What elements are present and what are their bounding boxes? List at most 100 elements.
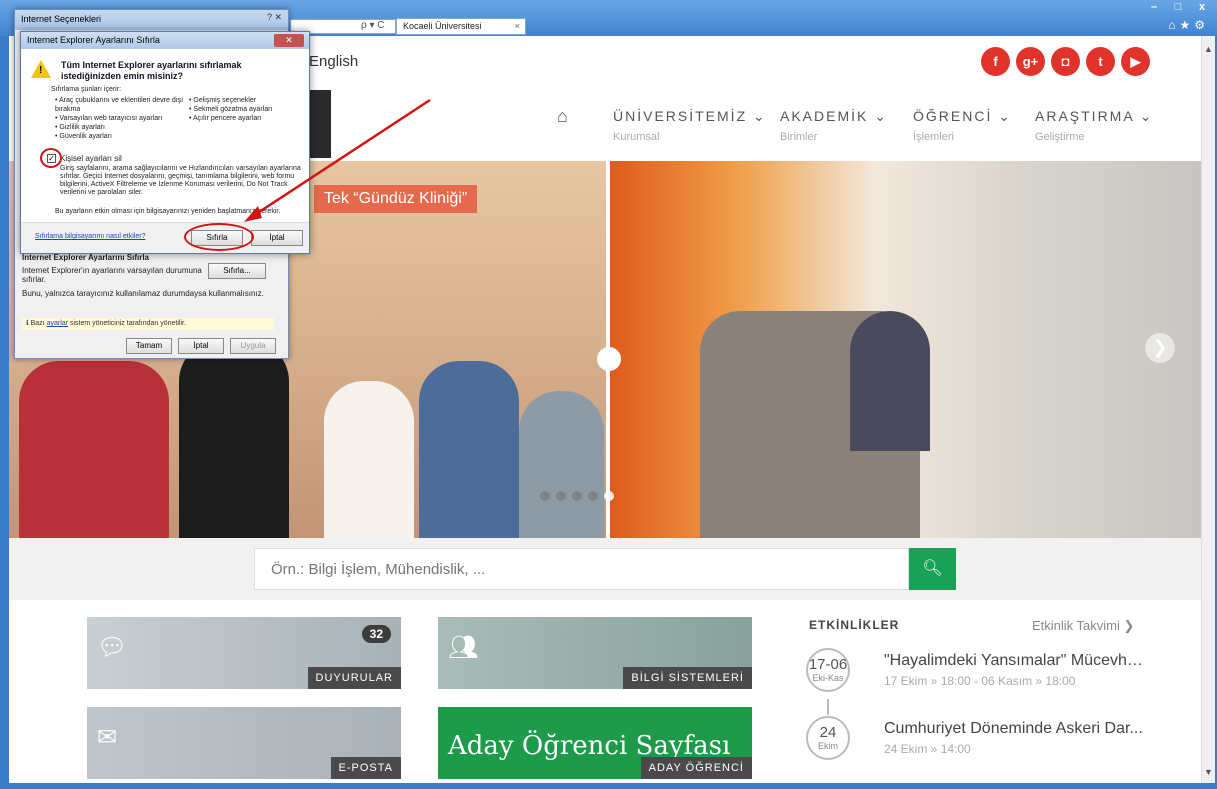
reset-ellipsis-button[interactable]: Sıfırla...: [208, 263, 266, 279]
photo-figure: [179, 341, 289, 538]
list-item: Güvenlik ayarları: [55, 132, 185, 141]
nav-universitemiz[interactable]: ÜNİVERSİTEMİZ ⌄ Kurumsal: [613, 108, 767, 143]
list-item: Açılır pencere ayarları: [189, 114, 304, 123]
nav-akademik[interactable]: AKADEMİK ⌄ Birimler: [780, 108, 888, 143]
search-button[interactable]: 🔍︎: [909, 548, 956, 590]
tile-label: E-POSTA: [330, 757, 401, 779]
star-icon[interactable]: ★: [1179, 18, 1194, 32]
home-icon[interactable]: ⌂: [557, 106, 568, 127]
event-date: 17-06 Eki-Kas: [806, 648, 850, 692]
photo-figure: [19, 361, 169, 538]
nav-arastirma[interactable]: ARAŞTIRMA ⌄ Geliştirme: [1035, 108, 1154, 143]
reset-ie-dialog: Internet Explorer Ayarlarını Sıfırla ✕ !…: [20, 31, 310, 254]
ok-button[interactable]: Tamam: [126, 338, 172, 354]
close-window-button[interactable]: x: [1191, 0, 1213, 16]
instagram-icon[interactable]: ◘: [1051, 47, 1080, 76]
tile-duyurular[interactable]: 💬︎ 32 DUYURULAR: [87, 617, 401, 689]
help-link[interactable]: Sıfırlama bilgisayarımı nasıl etkiler?: [35, 233, 145, 240]
social-links: f g+ ◘ t ▶: [981, 47, 1150, 76]
slider-pause-button[interactable]: [597, 347, 621, 371]
nav-ogrenci[interactable]: ÖĞRENCİ ⌄ İşlemleri: [913, 108, 1012, 143]
scroll-down-icon[interactable]: ▼: [1204, 767, 1213, 777]
tile-aday-ogrenci[interactable]: Aday Öğrenci Sayfası ADAY ÖĞRENCİ: [438, 707, 752, 779]
nav-title: ARAŞTIRMA ⌄: [1035, 108, 1154, 124]
youtube-icon[interactable]: ▶: [1121, 47, 1150, 76]
twitter-icon[interactable]: t: [1086, 47, 1115, 76]
info-text: Bazı: [30, 320, 45, 327]
nav-title: ÜNİVERSİTEMİZ ⌄: [613, 108, 767, 124]
event-day: 17-06: [808, 656, 848, 673]
photo-figure: [419, 361, 519, 538]
slider-dot[interactable]: [556, 491, 566, 501]
list-item: Gelişmiş seçenekler: [189, 96, 304, 105]
envelope-icon: ✉: [97, 724, 118, 751]
apply-button[interactable]: Uygula: [230, 338, 276, 354]
page-scrollbar[interactable]: ▲ ▼: [1201, 36, 1215, 783]
language-link[interactable]: English: [309, 53, 358, 70]
group-text: Internet Explorer'ın ayarlarını varsayıl…: [22, 266, 202, 284]
scroll-up-icon[interactable]: ▲: [1204, 44, 1213, 54]
list-item: Gizlilik ayarları: [55, 123, 185, 132]
home-icon[interactable]: ⌂: [1168, 18, 1179, 32]
tile-label: ADAY ÖĞRENCİ: [640, 757, 752, 779]
list-item: Varsayılan web tarayıcısı ayarları: [55, 114, 185, 123]
slider-dots: [540, 491, 614, 501]
slider-dot[interactable]: [540, 491, 550, 501]
slider-dot[interactable]: [572, 491, 582, 501]
managed-settings-info: ℹ Bazı ayarlar sistem yöneticiniz tarafı…: [22, 318, 274, 330]
tile-bilgi-sistemleri[interactable]: 👥︎ BİLGİ SİSTEMLERİ: [438, 617, 752, 689]
search-icon: 🔍︎: [922, 560, 943, 577]
event-date: 24 Ekim: [806, 716, 850, 760]
settings-link[interactable]: ayarlar: [47, 320, 68, 327]
announcement-count-badge: 32: [361, 625, 391, 643]
nav-subtitle: Geliştirme: [1035, 131, 1085, 143]
tile-label: DUYURULAR: [307, 667, 401, 689]
info-icon: ℹ: [26, 320, 29, 327]
checkbox-label: Kişisel ayarları sil: [60, 154, 122, 163]
list-item: Araç çubuklarını ve eklentileri devre dı…: [55, 96, 185, 114]
slide-caption[interactable]: Tek “Gündüz Kliniği”: [314, 185, 478, 213]
maximize-button[interactable]: □: [1167, 0, 1189, 16]
checkbox-description: Giriş sayfalarını, arama sağlayıcılarını…: [60, 165, 301, 196]
event-month: Ekim: [818, 741, 838, 751]
group-title: Internet Explorer Ayarlarını Sıfırla: [22, 253, 150, 262]
tab-title: Kocaeli Üniversitesi: [403, 21, 482, 31]
event-month: Eki-Kas: [812, 673, 844, 683]
university-logo[interactable]: [309, 90, 331, 158]
event-day: 24: [819, 724, 837, 741]
minimize-button[interactable]: –: [1143, 0, 1165, 16]
dialog-titlebar: Internet Seçenekleri ? ✕: [15, 10, 288, 30]
tile-label: BİLGİ SİSTEMLERİ: [623, 667, 752, 689]
close-icon[interactable]: ✕: [274, 34, 304, 47]
slider-dot-active[interactable]: [604, 491, 614, 501]
nav-subtitle: Birimler: [780, 131, 818, 143]
search-input[interactable]: [254, 548, 909, 590]
nav-subtitle: İşlemleri: [913, 131, 954, 143]
googleplus-icon[interactable]: g+: [1016, 47, 1045, 76]
photo-figure: [324, 381, 414, 538]
cancel-button[interactable]: İptal: [251, 230, 303, 246]
tile-e-posta[interactable]: ✉ E-POSTA: [87, 707, 401, 779]
event-title: Cumhuriyet Döneminde Askeri Dar...: [884, 720, 1143, 737]
events-calendar-link[interactable]: Etkinlik Takvimi ❯: [1032, 618, 1134, 634]
slider-next-icon[interactable]: ❯: [1145, 333, 1175, 363]
reset-items-left: Araç çubuklarını ve eklentileri devre dı…: [55, 96, 185, 141]
dialog-title: Internet Explorer Ayarlarını Sıfırla: [27, 35, 160, 45]
dialog-titlebar: Internet Explorer Ayarlarını Sıfırla: [21, 32, 309, 49]
timeline-connector: [827, 699, 829, 715]
browser-tab[interactable]: Kocaeli Üniversitesi ×: [396, 18, 526, 35]
search-section: 🔍︎: [9, 538, 1201, 600]
tab-close-icon[interactable]: ×: [515, 21, 520, 31]
list-heading: Sıfırlama şunları içerir:: [51, 86, 122, 93]
slider-dot[interactable]: [588, 491, 598, 501]
warning-icon-mark: !: [39, 65, 43, 76]
gear-icon[interactable]: ⚙: [1194, 18, 1209, 32]
facebook-icon[interactable]: f: [981, 47, 1010, 76]
photo-figure: [519, 391, 604, 538]
dialog-title-controls[interactable]: ? ✕: [267, 12, 282, 23]
event-time: 17 Ekim » 18:00 - 06 Kasım » 18:00: [884, 674, 1076, 688]
list-item: Sekmeli gözatma ayarları: [189, 105, 304, 114]
info-text: sistem yöneticiniz tarafından yönetilir.: [69, 320, 186, 327]
cancel-button[interactable]: İptal: [178, 338, 224, 354]
chat-bubble-icon: 💬︎: [97, 634, 128, 661]
